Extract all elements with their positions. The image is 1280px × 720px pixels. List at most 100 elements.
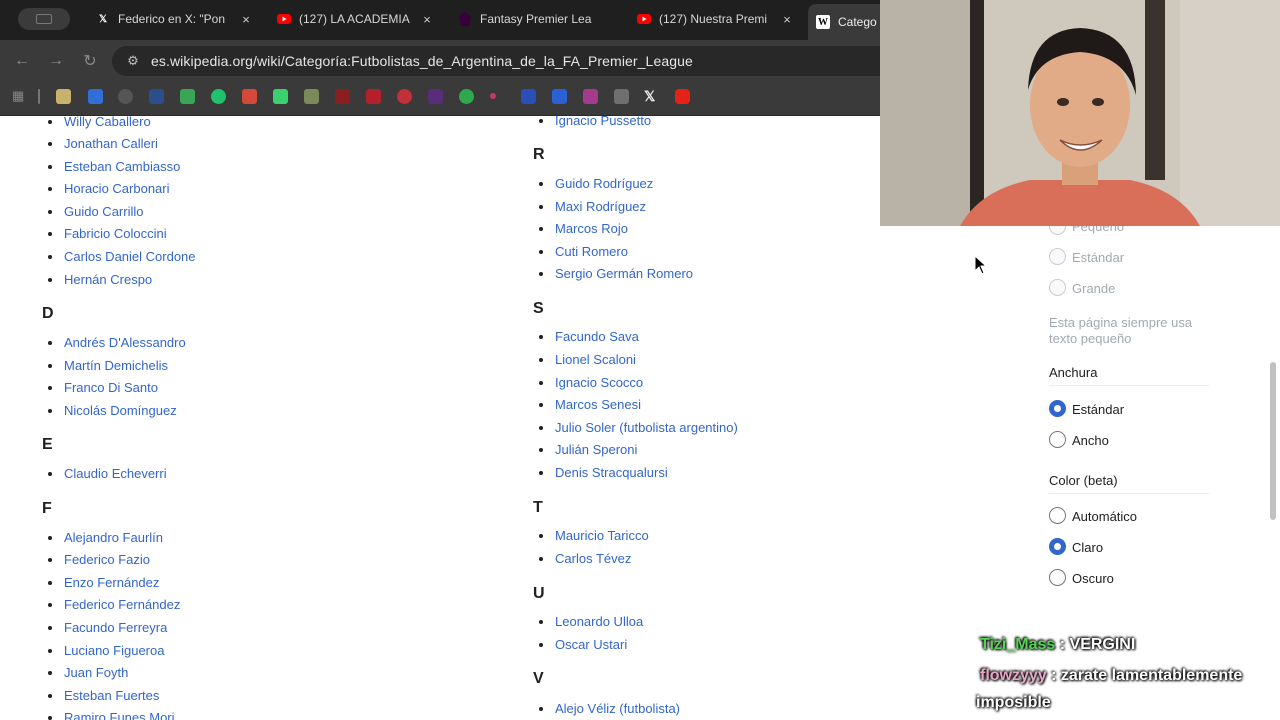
bullet <box>539 250 543 254</box>
bookmark-icon[interactable] <box>397 89 412 104</box>
list-item-link[interactable]: Ignacio Scocco <box>555 375 643 390</box>
url-text[interactable]: es.wikipedia.org/wiki/Categoría:Futbolis… <box>151 53 693 69</box>
list-item-link[interactable]: Carlos Tévez <box>555 551 631 566</box>
tab-1[interactable]: 𝕏 Federico en X: "Pon × <box>96 4 254 34</box>
scrollbar-thumb[interactable] <box>1270 362 1276 520</box>
list-item-link[interactable]: Julio Soler (futbolista argentino) <box>555 420 738 435</box>
bookmark-icon[interactable] <box>552 89 567 104</box>
list-item-link[interactable]: Hernán Crespo <box>64 272 152 287</box>
bookmark-icon[interactable] <box>366 89 381 104</box>
bullet <box>539 182 543 186</box>
youtube-icon <box>277 12 291 26</box>
radio-width-standard[interactable] <box>1049 400 1066 417</box>
radio-width-wide[interactable] <box>1049 431 1066 448</box>
bookmark-folder-icon[interactable] <box>56 89 71 104</box>
bullet <box>48 165 52 169</box>
list-item-link[interactable]: Cuti Romero <box>555 244 628 259</box>
list-item-link[interactable]: Ramiro Funes Mori <box>64 710 175 720</box>
site-settings-icon[interactable]: ⚙ <box>124 52 142 70</box>
bookmark-icon[interactable] <box>614 89 629 104</box>
radio-label[interactable]: Automático <box>1072 509 1137 524</box>
list-item-link[interactable]: Fabricio Coloccini <box>64 226 167 241</box>
forward-icon[interactable]: → <box>46 51 66 71</box>
bookmark-gmail-icon[interactable] <box>242 89 257 104</box>
list-item-link[interactable]: Lionel Scaloni <box>555 352 636 367</box>
list-item-link[interactable]: Guido Rodríguez <box>555 176 653 191</box>
bullet <box>48 232 52 236</box>
list-item-link[interactable]: Carlos Daniel Cordone <box>64 249 196 264</box>
bullet <box>48 649 52 653</box>
tab-4[interactable]: (127) Nuestra Premi × <box>637 4 795 34</box>
bookmark-calendar-icon[interactable] <box>88 89 103 104</box>
back-icon[interactable]: ← <box>12 51 32 71</box>
bullet <box>539 119 543 123</box>
list-item-link[interactable]: Franco Di Santo <box>64 380 158 395</box>
tab-3[interactable]: Fantasy Premier Lea × <box>458 4 616 34</box>
list-item-link[interactable]: Ignacio Pussetto <box>555 113 651 128</box>
list-item-link[interactable]: Federico Fazio <box>64 552 150 567</box>
radio-color-dark[interactable] <box>1049 569 1066 586</box>
bookmark-kick-icon[interactable] <box>273 89 288 104</box>
tab-2[interactable]: (127) LA ACADEMIA × <box>277 4 435 34</box>
radio-label[interactable]: Claro <box>1072 540 1103 555</box>
list-item-link[interactable]: Federico Fernández <box>64 597 180 612</box>
list-item-link[interactable]: Esteban Cambiasso <box>64 159 180 174</box>
list-item-link[interactable]: Facundo Ferreyra <box>64 620 167 635</box>
list-item-link[interactable]: Alejandro Faurlín <box>64 530 163 545</box>
list-item-link[interactable]: Horacio Carbonari <box>64 181 170 196</box>
tab-search-button[interactable] <box>18 8 70 30</box>
list-item-link[interactable]: Marcos Senesi <box>555 397 641 412</box>
close-icon[interactable]: × <box>238 12 254 27</box>
list-item-link[interactable]: Esteban Fuertes <box>64 688 159 703</box>
bookmark-chatgpt-icon[interactable] <box>118 89 133 104</box>
bookmark-icon[interactable] <box>583 89 598 104</box>
bookmark-icon[interactable] <box>459 89 474 104</box>
bookmark-icon[interactable] <box>428 89 443 104</box>
radio-color-light[interactable] <box>1049 538 1066 555</box>
list-item-link[interactable]: Alejo Véliz (futbolista) <box>555 701 680 716</box>
list-item-link[interactable]: Guido Carrillo <box>64 204 143 219</box>
bookmark-icon[interactable] <box>211 89 226 104</box>
list-item-link[interactable]: Sergio Germán Romero <box>555 266 693 281</box>
list-item-link[interactable]: Nicolás Domínguez <box>64 403 177 418</box>
list-item-link[interactable]: Oscar Ustari <box>555 637 627 652</box>
bullet <box>48 472 52 476</box>
list-item-link[interactable]: Enzo Fernández <box>64 575 159 590</box>
bookmark-icon[interactable] <box>149 89 164 104</box>
list-item-link[interactable]: Martín Demichelis <box>64 358 168 373</box>
bookmark-icon[interactable] <box>490 93 496 99</box>
list-item-link[interactable]: Jonathan Calleri <box>64 136 158 151</box>
list-item-link[interactable]: Willy Caballero <box>64 114 151 129</box>
list-item-link[interactable]: Denis Stracqualursi <box>555 465 668 480</box>
radio-label[interactable]: Oscuro <box>1072 571 1114 586</box>
bookmark-icon[interactable] <box>335 89 350 104</box>
list-item-link[interactable]: Andrés D'Alessandro <box>64 335 186 350</box>
radio-color-auto[interactable] <box>1049 507 1066 524</box>
bullet <box>539 381 543 385</box>
reload-icon[interactable]: ↻ <box>80 51 100 71</box>
radio-label: Estándar <box>1072 250 1125 265</box>
list-item-link[interactable]: Leonardo Ulloa <box>555 614 643 629</box>
radio-label[interactable]: Estándar <box>1072 402 1124 417</box>
list-item-link[interactable]: Maxi Rodríguez <box>555 199 646 214</box>
list-item-link[interactable]: Julián Speroni <box>555 442 637 457</box>
apps-grid-icon[interactable]: ▦ <box>12 88 27 103</box>
bookmark-icon[interactable] <box>521 89 536 104</box>
tab-5-active[interactable]: W Catego <box>808 4 888 40</box>
list-item-link[interactable]: Juan Foyth <box>64 665 128 680</box>
bullet <box>539 227 543 231</box>
bookmark-drive-icon[interactable] <box>180 89 195 104</box>
list-item-link[interactable]: Marcos Rojo <box>555 221 628 236</box>
fpl-icon <box>458 12 472 26</box>
radio-label[interactable]: Ancho <box>1072 433 1109 448</box>
list-item-link[interactable]: Luciano Figueroa <box>64 643 164 658</box>
bookmark-youtube-icon[interactable] <box>675 89 690 104</box>
close-icon[interactable]: × <box>419 12 435 27</box>
list-item-link[interactable]: Claudio Echeverri <box>64 466 167 481</box>
list-item-link[interactable]: Mauricio Taricco <box>555 528 649 543</box>
bookmark-icon[interactable] <box>304 89 319 104</box>
close-icon[interactable]: × <box>779 12 795 27</box>
bookmark-x-icon[interactable]: 𝕏 <box>644 88 659 104</box>
bullet <box>48 255 52 259</box>
list-item-link[interactable]: Facundo Sava <box>555 329 639 344</box>
